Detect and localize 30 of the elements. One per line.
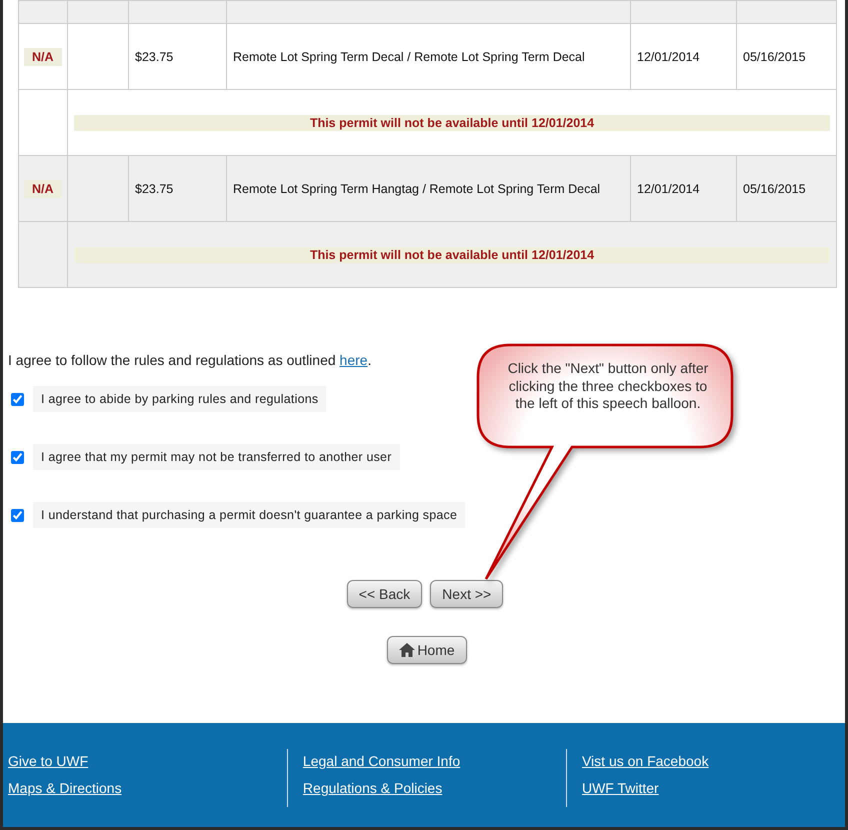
table-cell: Remote Lot Spring Term Decal / Remote Lot Spring Term Decal bbox=[233, 50, 585, 64]
rules-link[interactable]: here bbox=[340, 352, 368, 368]
table-cell: Remote Lot Spring Term Hangtag / Remote Lot Spring Term Decal bbox=[233, 182, 600, 196]
back-button[interactable]: << Back bbox=[346, 580, 422, 608]
footer-link[interactable]: Regulations & Policies bbox=[302, 780, 442, 796]
status-badge: N/A bbox=[24, 180, 62, 198]
table-cell: $23.75 bbox=[135, 182, 174, 196]
next-button[interactable]: Next >> bbox=[430, 580, 504, 608]
footer-link[interactable]: Give to UWF bbox=[8, 753, 88, 769]
table-cell: $23.75 bbox=[135, 50, 174, 64]
footer-link[interactable]: Legal and Consumer Info bbox=[302, 753, 460, 769]
checkbox[interactable] bbox=[11, 508, 24, 522]
home-button[interactable]: Home bbox=[387, 636, 467, 664]
footer-link[interactable]: Vist us on Facebook bbox=[582, 753, 709, 769]
status-badge: N/A bbox=[24, 48, 62, 66]
footer-link[interactable]: UWF Twitter bbox=[582, 780, 659, 796]
table-cell: 12/01/2014 bbox=[637, 182, 700, 196]
footer-link[interactable]: Maps & Directions bbox=[8, 780, 122, 796]
availability-notice: This permit will not be available until 12/01/2014 bbox=[74, 114, 830, 130]
table-cell: 05/16/2015 bbox=[743, 50, 806, 64]
checkbox[interactable] bbox=[11, 450, 24, 464]
availability-notice: This permit will not be available until 12/01/2014 bbox=[74, 246, 830, 262]
checkbox[interactable] bbox=[11, 392, 24, 406]
house-icon bbox=[399, 643, 416, 657]
checkbox-label: I understand that purchasing a permit doesn't guarantee a parking space bbox=[33, 502, 466, 528]
table-cell: 05/16/2015 bbox=[743, 182, 806, 196]
checkbox-label: I agree that my permit may not be transferred to another user bbox=[33, 444, 400, 470]
table-cell: 12/01/2014 bbox=[637, 50, 700, 64]
checkbox-label: I agree to abide by parking rules and regulations bbox=[33, 386, 326, 412]
callout-text: Click the "Next" button only after clicking the three checkboxes to the left of this speech balloon. bbox=[506, 360, 710, 412]
